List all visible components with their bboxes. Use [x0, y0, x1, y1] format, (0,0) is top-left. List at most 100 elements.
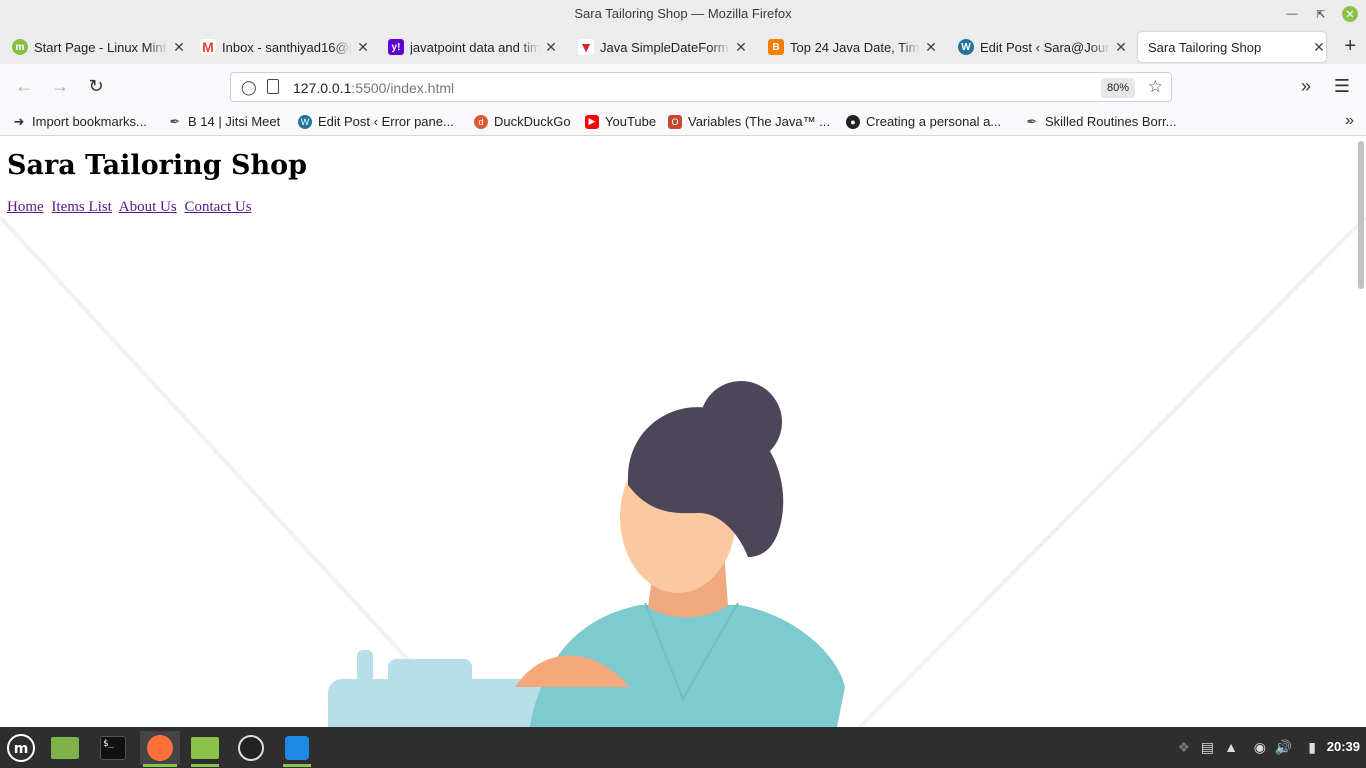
gmail-icon: M: [200, 39, 216, 55]
volume-icon[interactable]: 🔊: [1275, 739, 1292, 756]
close-tab-icon[interactable]: ✕: [1312, 39, 1326, 56]
bookmark-label: Creating a personal a...: [866, 114, 1002, 129]
restore-icon[interactable]: ⇱: [1313, 6, 1329, 22]
clock[interactable]: 20:39: [1327, 739, 1360, 754]
bookmarks-toolbar: ➜ Import bookmarks... ✒ B 14 | Jitsi Mee…: [0, 108, 1366, 136]
wordpress-icon: W: [298, 114, 312, 129]
mint-menu-icon[interactable]: m: [4, 731, 38, 765]
tab-label: Edit Post ‹ Sara@Journal: [980, 39, 1110, 55]
window-title: Sara Tailoring Shop — Mozilla Firefox: [574, 6, 792, 21]
blogger-icon: B: [768, 39, 784, 55]
firefox-taskbar-icon[interactable]: [140, 731, 180, 767]
bookmark-label: Variables (The Java™ ...: [688, 114, 831, 129]
page-icon[interactable]: [267, 79, 279, 94]
tab-label: javatpoint data and time: [410, 39, 540, 55]
bookmark-label: YouTube: [605, 114, 657, 129]
forward-arrow-icon[interactable]: →: [50, 76, 70, 96]
bookmark-skilled-routines[interactable]: ✒ Skilled Routines Borr...: [1025, 113, 1177, 130]
wordpress-icon: W: [958, 39, 974, 55]
bluetooth-icon[interactable]: ❖: [1177, 739, 1190, 756]
url-host: 127.0.0.1: [293, 80, 352, 96]
site-nav: Home Items List About Us Contact Us: [7, 199, 256, 216]
battery-icon[interactable]: ▮: [1308, 739, 1316, 756]
zoom-level-button[interactable]: 80%: [1100, 78, 1135, 98]
oracle-icon: O: [668, 114, 682, 129]
clipboard-icon[interactable]: ▤: [1201, 739, 1214, 756]
hero-illustration: [0, 217, 1366, 727]
window-titlebar: Sara Tailoring Shop — Mozilla Firefox — …: [0, 0, 1366, 28]
overflow-chevron-icon[interactable]: »: [1296, 76, 1316, 96]
tab-sara-tailoring-active[interactable]: Sara Tailoring Shop ✕: [1138, 32, 1326, 62]
tab-label: Inbox - santhiyad16@gmail.com: [222, 39, 352, 55]
bookmark-edit-post[interactable]: W Edit Post ‹ Error pane...: [298, 114, 454, 129]
linux-mint-icon: m: [12, 39, 28, 55]
close-tab-icon[interactable]: ✕: [924, 39, 938, 56]
tab-start-page[interactable]: m Start Page - Linux Mint ✕: [2, 32, 186, 62]
reload-icon[interactable]: ↻: [86, 76, 106, 96]
url-bar[interactable]: ◯ 127.0.0.1:5500/index.html 80% ☆: [230, 72, 1172, 102]
bookmarks-overflow-icon[interactable]: »: [1345, 112, 1354, 130]
close-tab-icon[interactable]: ✕: [356, 39, 370, 56]
nav-link-items-list[interactable]: Items List: [51, 199, 111, 215]
vscode-icon[interactable]: [280, 731, 314, 767]
woman-illustration: [515, 381, 845, 727]
tab-edit-post[interactable]: W Edit Post ‹ Sara@Journal ✕: [948, 32, 1128, 62]
tab-label: Start Page - Linux Mint: [34, 39, 167, 55]
shield-icon[interactable]: ◯: [241, 79, 257, 96]
close-window-icon[interactable]: ✕: [1342, 6, 1358, 22]
close-tab-icon[interactable]: ✕: [1114, 39, 1128, 56]
hamburger-menu-icon[interactable]: ☰: [1332, 76, 1352, 96]
back-arrow-icon[interactable]: ←: [14, 76, 34, 96]
nav-link-home[interactable]: Home: [7, 199, 44, 215]
new-tab-icon[interactable]: +: [1344, 35, 1356, 58]
bookmark-star-icon[interactable]: ☆: [1148, 77, 1163, 97]
bookmark-label: Skilled Routines Borr...: [1045, 114, 1177, 129]
tab-inbox[interactable]: M Inbox - santhiyad16@gmail.com ✕: [190, 32, 370, 62]
bookmark-github[interactable]: ● Creating a personal a...: [846, 114, 1001, 129]
bookmark-label: B 14 | Jitsi Meet: [188, 114, 281, 129]
obs-icon[interactable]: [234, 731, 268, 765]
tab-label: Top 24 Java Date, Time: [790, 39, 920, 55]
bookmark-youtube[interactable]: ▶ YouTube: [585, 114, 656, 129]
tab-label: Sara Tailoring Shop: [1148, 39, 1262, 55]
background-line: [0, 217, 472, 727]
bookmark-label: DuckDuckGo: [494, 114, 571, 129]
background-line: [858, 217, 1366, 727]
nav-link-contact-us[interactable]: Contact Us: [184, 199, 251, 215]
tab-simpledateformat[interactable]: ▼ Java SimpleDateFormat ✕: [568, 32, 748, 62]
bookmark-jitsi[interactable]: ✒ B 14 | Jitsi Meet: [168, 113, 281, 130]
url-text[interactable]: 127.0.0.1:5500/index.html: [293, 80, 454, 96]
youtube-icon: ▶: [585, 114, 599, 129]
system-taskbar: m $_ ❖ ▤ ▲ ◉ 🔊 ▮ 20:39: [0, 727, 1366, 768]
svg-text:m: m: [14, 741, 29, 757]
tab-label: Java SimpleDateFormat: [600, 39, 730, 55]
feather-icon: ✒: [1026, 113, 1038, 129]
navigation-toolbar: ← → ↻ ◯ 127.0.0.1:5500/index.html 80% ☆ …: [0, 64, 1366, 108]
minimize-icon[interactable]: —: [1284, 6, 1300, 22]
vertical-scrollbar[interactable]: [1358, 141, 1364, 289]
bookmark-label: Import bookmarks...: [32, 114, 147, 129]
close-tab-icon[interactable]: ✕: [734, 39, 748, 56]
bookmark-label: Edit Post ‹ Error pane...: [318, 114, 454, 129]
close-tab-icon[interactable]: ✕: [172, 39, 186, 56]
feather-icon: ✒: [169, 113, 181, 129]
nav-link-about-us[interactable]: About Us: [119, 199, 177, 215]
terminal-icon[interactable]: $_: [96, 731, 130, 765]
duckduckgo-icon: d: [474, 114, 488, 129]
page-viewport: Sara Tailoring Shop Home Items List Abou…: [0, 137, 1366, 727]
close-tab-icon[interactable]: ✕: [544, 39, 558, 56]
tab-top-24-java[interactable]: B Top 24 Java Date, Time ✕: [758, 32, 938, 62]
show-desktop-icon[interactable]: [48, 731, 82, 765]
bookmark-java-variables[interactable]: O Variables (The Java™ ...: [668, 114, 830, 129]
files-icon[interactable]: [188, 731, 222, 767]
yahoo-icon: y!: [388, 39, 404, 55]
tab-javatpoint[interactable]: y! javatpoint data and time ✕: [378, 32, 558, 62]
url-path: :5500/index.html: [351, 80, 455, 96]
bookmark-import[interactable]: ➜ Import bookmarks...: [12, 113, 147, 130]
shield-tray-icon[interactable]: ▲: [1224, 739, 1238, 755]
import-icon: ➜: [13, 113, 25, 129]
bookmark-duckduckgo[interactable]: d DuckDuckGo: [474, 114, 571, 129]
page-title: Sara Tailoring Shop: [7, 150, 308, 181]
tab-strip: m Start Page - Linux Mint ✕ M Inbox - sa…: [0, 28, 1366, 64]
wifi-icon[interactable]: ◉: [1254, 739, 1266, 756]
